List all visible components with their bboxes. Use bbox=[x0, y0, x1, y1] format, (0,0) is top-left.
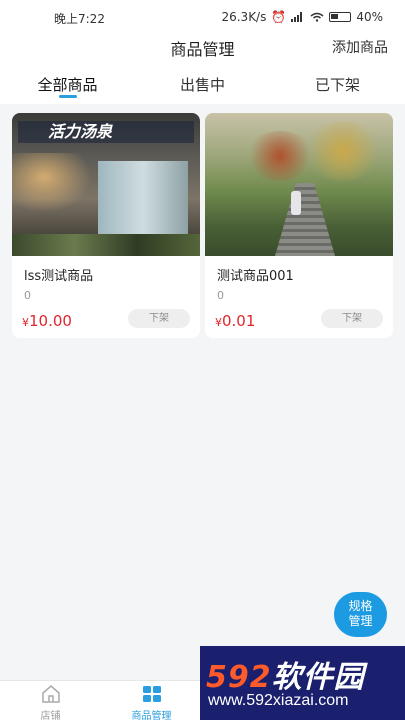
spec-management-button[interactable]: 规格 管理 bbox=[334, 592, 387, 637]
active-tab-indicator bbox=[58, 95, 77, 98]
product-image bbox=[205, 113, 393, 256]
tabbar-label: 店铺 bbox=[40, 711, 61, 720]
signal-icon bbox=[291, 12, 303, 22]
app-header: 商品管理 添加商品 bbox=[0, 34, 405, 64]
tab-on-sale[interactable]: 出售中 bbox=[135, 64, 270, 104]
tabbar-label: 商品管理 bbox=[131, 711, 172, 720]
battery-level: 40% bbox=[356, 10, 383, 24]
product-tabs: 全部商品 出售中 已下架 bbox=[0, 64, 405, 104]
tab-delisted[interactable]: 已下架 bbox=[270, 64, 405, 104]
tab-label: 已下架 bbox=[314, 76, 360, 94]
product-sold-count: 0 bbox=[24, 289, 31, 302]
status-time: 晚上7:22 bbox=[54, 12, 105, 26]
tabbar-item-store[interactable]: 店铺 bbox=[0, 681, 101, 720]
product-image: 活力汤泉 bbox=[12, 113, 200, 256]
tab-label: 全部商品 bbox=[37, 76, 98, 94]
fab-label-line2: 管理 bbox=[348, 614, 373, 628]
product-sold-count: 0 bbox=[217, 289, 224, 302]
network-speed: 26.3K/s bbox=[221, 10, 267, 24]
home-icon bbox=[41, 685, 61, 703]
product-name: lss测试商品 bbox=[24, 269, 94, 284]
grid-icon bbox=[142, 685, 162, 703]
tab-all-products[interactable]: 全部商品 bbox=[0, 64, 135, 104]
watermark-logo: 592软件园 www.592xiazai.com bbox=[200, 646, 405, 720]
delist-button[interactable]: 下架 bbox=[128, 309, 190, 328]
tabbar-item-products[interactable]: 商品管理 bbox=[101, 681, 202, 720]
product-price: ¥10.00 bbox=[22, 312, 72, 330]
watermark-brand: 592软件园 bbox=[206, 660, 365, 695]
image-sign-text: 活力汤泉 bbox=[18, 121, 194, 143]
watermark-url: www.592xiazai.com bbox=[208, 692, 349, 709]
tab-label: 出售中 bbox=[179, 76, 225, 94]
fab-label-line1: 规格 bbox=[348, 599, 373, 613]
product-card[interactable]: 测试商品001 0 ¥0.01 下架 bbox=[205, 113, 393, 338]
product-card[interactable]: 活力汤泉 lss测试商品 0 ¥10.00 下架 bbox=[12, 113, 200, 338]
product-name: 测试商品001 bbox=[217, 269, 294, 284]
delist-button[interactable]: 下架 bbox=[321, 309, 383, 328]
status-bar: 晚上7:22 26.3K/s ⏰ 40% bbox=[0, 0, 405, 34]
status-icons: 26.3K/s ⏰ 40% bbox=[221, 10, 383, 24]
wifi-icon bbox=[310, 12, 324, 22]
alarm-icon: ⏰ bbox=[271, 10, 287, 24]
add-product-button[interactable]: 添加商品 bbox=[332, 37, 388, 57]
product-grid: 活力汤泉 lss测试商品 0 ¥10.00 下架 测试商品001 0 ¥0.01… bbox=[12, 113, 393, 338]
product-price: ¥0.01 bbox=[215, 312, 256, 330]
battery-icon bbox=[329, 12, 352, 22]
